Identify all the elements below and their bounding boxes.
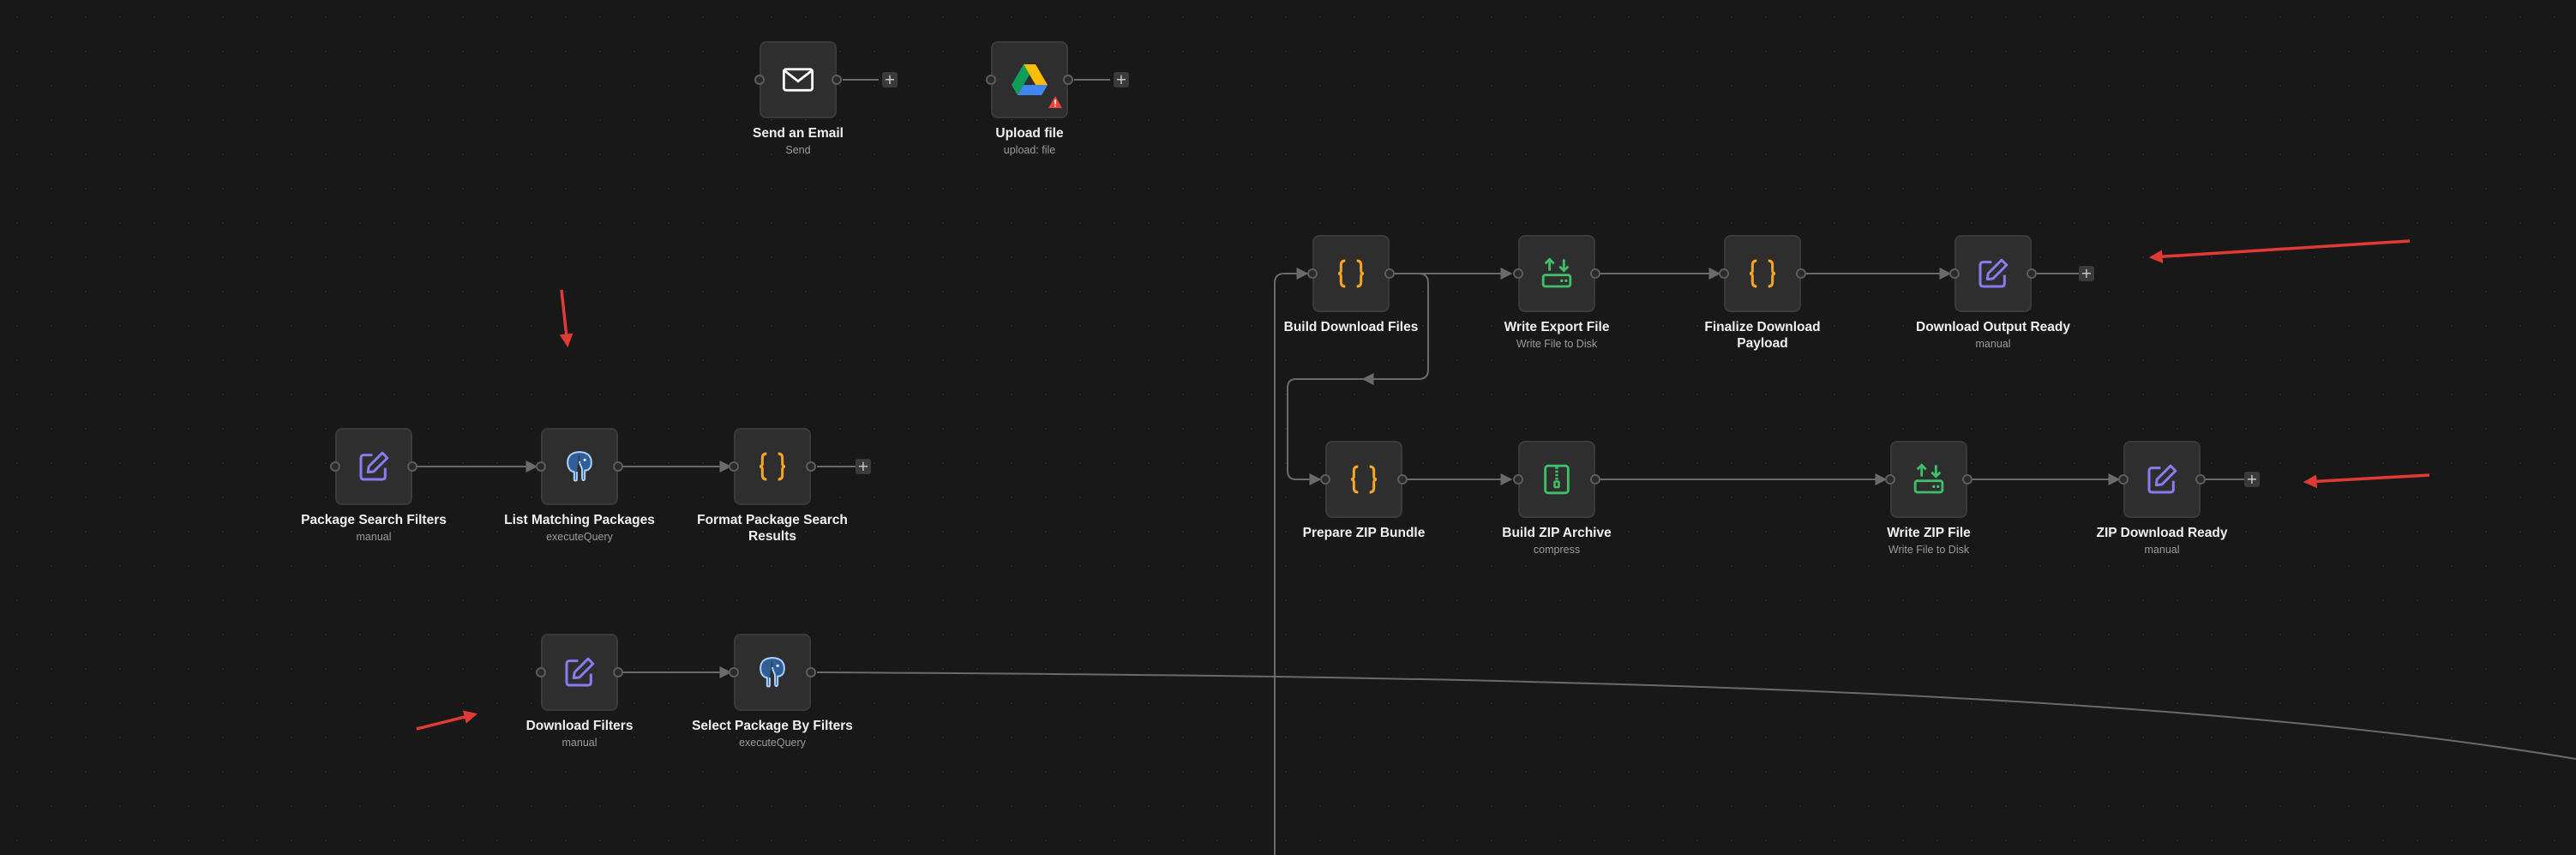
node-sublabel: manual — [356, 531, 392, 543]
code-braces-icon — [1327, 443, 1401, 516]
output-port[interactable] — [1962, 474, 1973, 485]
output-port[interactable] — [806, 667, 816, 677]
input-port[interactable] — [1513, 268, 1523, 279]
code-braces-icon — [1726, 237, 1799, 310]
node-label: Format Package Search Results — [697, 513, 848, 544]
output-port[interactable] — [1796, 268, 1806, 279]
edge-select-to-offscreen — [816, 671, 2576, 760]
input-port[interactable] — [754, 75, 765, 85]
node-write-zip-file[interactable] — [1885, 441, 1973, 518]
file-transfer-icon — [1520, 237, 1594, 310]
code-braces-icon — [736, 430, 809, 503]
edit-icon — [2125, 443, 2199, 516]
node-write-export-file[interactable] — [1513, 235, 1600, 312]
input-port[interactable] — [1949, 268, 1960, 279]
input-port[interactable] — [729, 461, 739, 472]
output-port[interactable] — [2027, 268, 2037, 279]
output-port[interactable] — [613, 667, 623, 677]
input-port[interactable] — [536, 461, 546, 472]
output-port[interactable] — [1590, 474, 1600, 485]
node-sublabel: Send — [785, 144, 811, 156]
node-label: Write ZIP File — [1887, 526, 1971, 540]
add-node-button[interactable]: + — [2244, 472, 2260, 487]
add-node-button[interactable]: + — [2079, 266, 2094, 281]
node-sublabel: manual — [1975, 338, 2011, 350]
node-prepare-zip-bundle[interactable] — [1320, 441, 1408, 518]
postgres-elephant-icon — [736, 635, 809, 709]
node-sublabel: executeQuery — [546, 531, 613, 543]
node-package-search-filters[interactable] — [330, 428, 417, 505]
node-sublabel: Write File to Disk — [1888, 544, 1970, 556]
input-port[interactable] — [1320, 474, 1330, 485]
node-upload-file[interactable] — [986, 41, 1073, 118]
node-sublabel: compress — [1533, 544, 1581, 556]
node-zip-download-ready[interactable] — [2118, 441, 2206, 518]
node-label: Upload file — [995, 126, 1064, 141]
node-sublabel: executeQuery — [739, 737, 806, 749]
node-sublabel: manual — [561, 737, 597, 749]
node-label: Select Package By Filters — [692, 719, 853, 733]
zip-archive-icon — [1520, 443, 1594, 516]
workflow-canvas[interactable]: + Send an Email Send + Upload file uploa… — [0, 0, 2576, 855]
input-port[interactable] — [1307, 268, 1318, 279]
output-port[interactable] — [832, 75, 842, 85]
edge-entry-build-download — [1274, 268, 1309, 855]
input-port[interactable] — [729, 667, 739, 677]
output-port[interactable] — [613, 461, 623, 472]
add-node-button[interactable]: + — [882, 72, 898, 87]
node-send-email[interactable] — [754, 41, 842, 118]
warning-icon — [1048, 95, 1063, 113]
file-transfer-icon — [1892, 443, 1966, 516]
input-port[interactable] — [536, 667, 546, 677]
output-port[interactable] — [2195, 474, 2206, 485]
node-label: Prepare ZIP Bundle — [1302, 526, 1426, 540]
node-sublabel: Write File to Disk — [1516, 338, 1598, 350]
input-port[interactable] — [330, 461, 340, 472]
edit-icon — [1956, 237, 2030, 310]
edit-icon — [543, 635, 616, 709]
node-format-package-search-results[interactable] — [729, 428, 816, 505]
node-label: Build Download Files — [1283, 320, 1419, 334]
input-port[interactable] — [1885, 474, 1895, 485]
node-label: Finalize Download Payload — [1704, 320, 1821, 351]
node-label: Download Output Ready — [1916, 320, 2070, 334]
add-node-button[interactable]: + — [1114, 72, 1129, 87]
node-sublabel: manual — [2144, 544, 2180, 556]
node-label: Build ZIP Archive — [1502, 526, 1612, 540]
node-download-output-ready[interactable] — [1949, 235, 2037, 312]
node-label: Send an Email — [753, 126, 844, 141]
input-port[interactable] — [1719, 268, 1729, 279]
edit-icon — [337, 430, 411, 503]
postgres-elephant-icon — [543, 430, 616, 503]
output-port[interactable] — [806, 461, 816, 472]
node-sublabel: upload: file — [1003, 144, 1056, 156]
input-port[interactable] — [986, 75, 996, 85]
node-select-package-by-filters[interactable] — [729, 634, 816, 711]
output-port[interactable] — [1384, 268, 1395, 279]
input-port[interactable] — [1513, 474, 1523, 485]
annotation-arrow — [559, 289, 573, 348]
output-port[interactable] — [1397, 474, 1408, 485]
output-port[interactable] — [1590, 268, 1600, 279]
output-port[interactable] — [1063, 75, 1073, 85]
node-label: Download Filters — [525, 719, 633, 733]
node-build-download-files[interactable] — [1307, 235, 1395, 312]
annotation-arrow — [416, 710, 478, 731]
node-list-matching-packages[interactable] — [536, 428, 623, 505]
code-braces-icon — [1314, 237, 1388, 310]
node-download-filters[interactable] — [536, 634, 623, 711]
node-label: Package Search Filters — [301, 513, 447, 527]
node-label: List Matching Packages — [504, 513, 655, 527]
node-label: Write Export File — [1504, 320, 1610, 334]
node-build-zip-archive[interactable] — [1513, 441, 1600, 518]
output-port[interactable] — [407, 461, 417, 472]
node-label: ZIP Download Ready — [2096, 526, 2228, 540]
node-finalize-download-payload[interactable] — [1719, 235, 1806, 312]
envelope-icon — [761, 43, 835, 117]
input-port[interactable] — [2118, 474, 2129, 485]
annotation-arrow — [2303, 473, 2430, 489]
annotation-arrow — [2148, 239, 2411, 264]
add-node-button[interactable]: + — [856, 459, 871, 474]
